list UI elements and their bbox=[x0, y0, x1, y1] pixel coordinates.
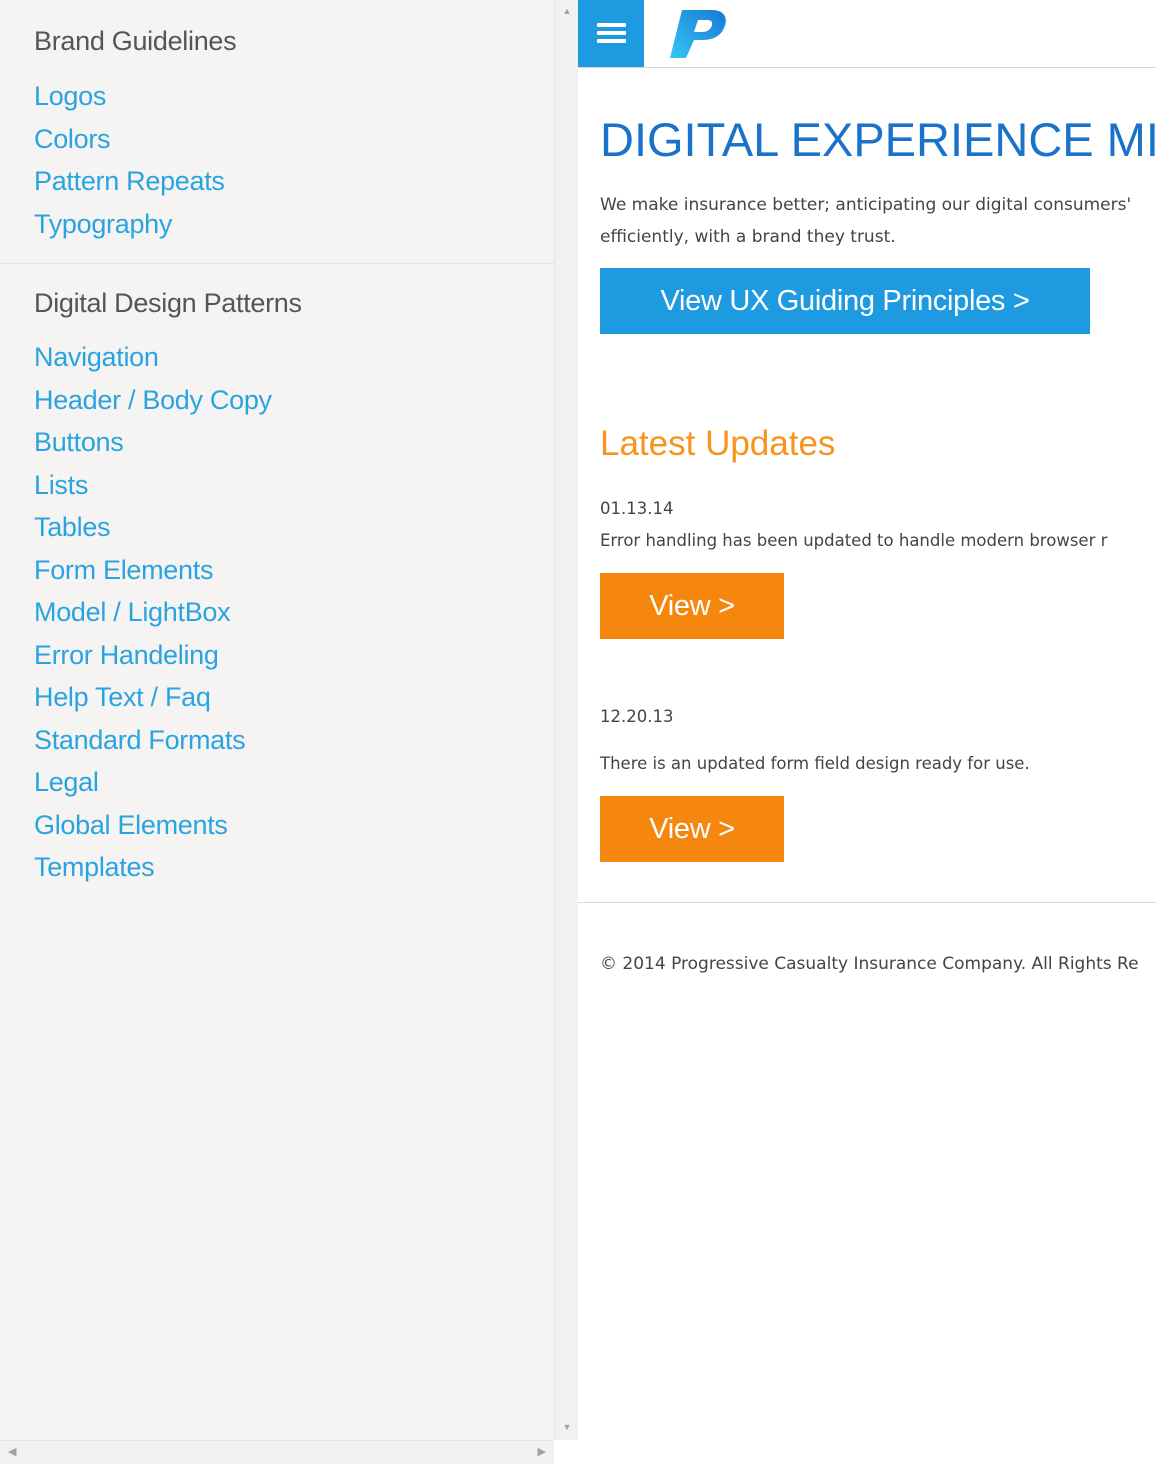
digital-design-patterns-section: Digital Design Patterns Navigation Heade… bbox=[0, 0, 302, 889]
footer-copyright: © 2014 Progressive Casualty Insurance Co… bbox=[600, 954, 1139, 974]
digital-design-patterns-list: Navigation Header / Body Copy Buttons Li… bbox=[34, 336, 302, 889]
update-text: There is an updated form field design re… bbox=[600, 754, 1030, 773]
scroll-up-arrow-icon[interactable]: ▲ bbox=[555, 6, 579, 16]
intro-text: We make insurance better; anticipating o… bbox=[600, 189, 1156, 253]
sidebar-item-templates[interactable]: Templates bbox=[34, 846, 302, 889]
scroll-down-arrow-icon[interactable]: ▼ bbox=[555, 1422, 579, 1432]
sidebar-item-legal[interactable]: Legal bbox=[34, 761, 302, 804]
intro-line-2: efficiently, with a brand they trust. bbox=[600, 227, 896, 247]
page-title: DIGITAL EXPERIENCE MI bbox=[600, 113, 1156, 166]
main-content: DIGITAL EXPERIENCE MI We make insurance … bbox=[578, 0, 1156, 1464]
sidebar-item-model-lightbox[interactable]: Model / LightBox bbox=[34, 591, 302, 634]
sidebar-menu: Brand Guidelines Logos Colors Pattern Re… bbox=[0, 0, 554, 907]
scroll-left-arrow-icon[interactable]: ◀ bbox=[8, 1445, 16, 1458]
sidebar-item-help-text-faq[interactable]: Help Text / Faq bbox=[34, 676, 302, 719]
sidebar-item-navigation[interactable]: Navigation bbox=[34, 336, 302, 379]
sidebar-vertical-scrollbar[interactable]: ▲ ▼ bbox=[554, 0, 578, 1440]
sidebar-item-form-elements[interactable]: Form Elements bbox=[34, 549, 302, 592]
sidebar-item-standard-formats[interactable]: Standard Formats bbox=[34, 719, 302, 762]
footer-divider bbox=[578, 902, 1156, 903]
top-bar bbox=[578, 0, 1156, 68]
sidebar-item-lists[interactable]: Lists bbox=[34, 464, 302, 507]
sidebar-item-error-handeling[interactable]: Error Handeling bbox=[34, 634, 302, 677]
view-ux-guiding-principles-button[interactable]: View UX Guiding Principles > bbox=[600, 268, 1090, 334]
scroll-right-arrow-icon[interactable]: ▶ bbox=[538, 1445, 546, 1458]
update-date: 01.13.14 bbox=[600, 499, 674, 518]
update-text: Error handling has been updated to handl… bbox=[600, 531, 1108, 550]
digital-design-patterns-title: Digital Design Patterns bbox=[34, 288, 302, 318]
update-date: 12.20.13 bbox=[600, 707, 674, 726]
sidebar-item-header-body-copy[interactable]: Header / Body Copy bbox=[34, 379, 302, 422]
sidebar-item-buttons[interactable]: Buttons bbox=[34, 421, 302, 464]
sidebar-item-global-elements[interactable]: Global Elements bbox=[34, 804, 302, 847]
view-update-button[interactable]: View > bbox=[600, 796, 784, 862]
sidebar-item-tables[interactable]: Tables bbox=[34, 506, 302, 549]
sidebar: Brand Guidelines Logos Colors Pattern Re… bbox=[0, 0, 554, 1440]
view-update-button[interactable]: View > bbox=[600, 573, 784, 639]
latest-updates-title: Latest Updates bbox=[600, 424, 836, 463]
menu-button[interactable] bbox=[578, 0, 644, 67]
sidebar-horizontal-scrollbar[interactable]: ◀ ▶ bbox=[0, 1440, 554, 1464]
progressive-logo-icon[interactable] bbox=[668, 6, 732, 62]
intro-line-1: We make insurance better; anticipating o… bbox=[600, 195, 1132, 215]
